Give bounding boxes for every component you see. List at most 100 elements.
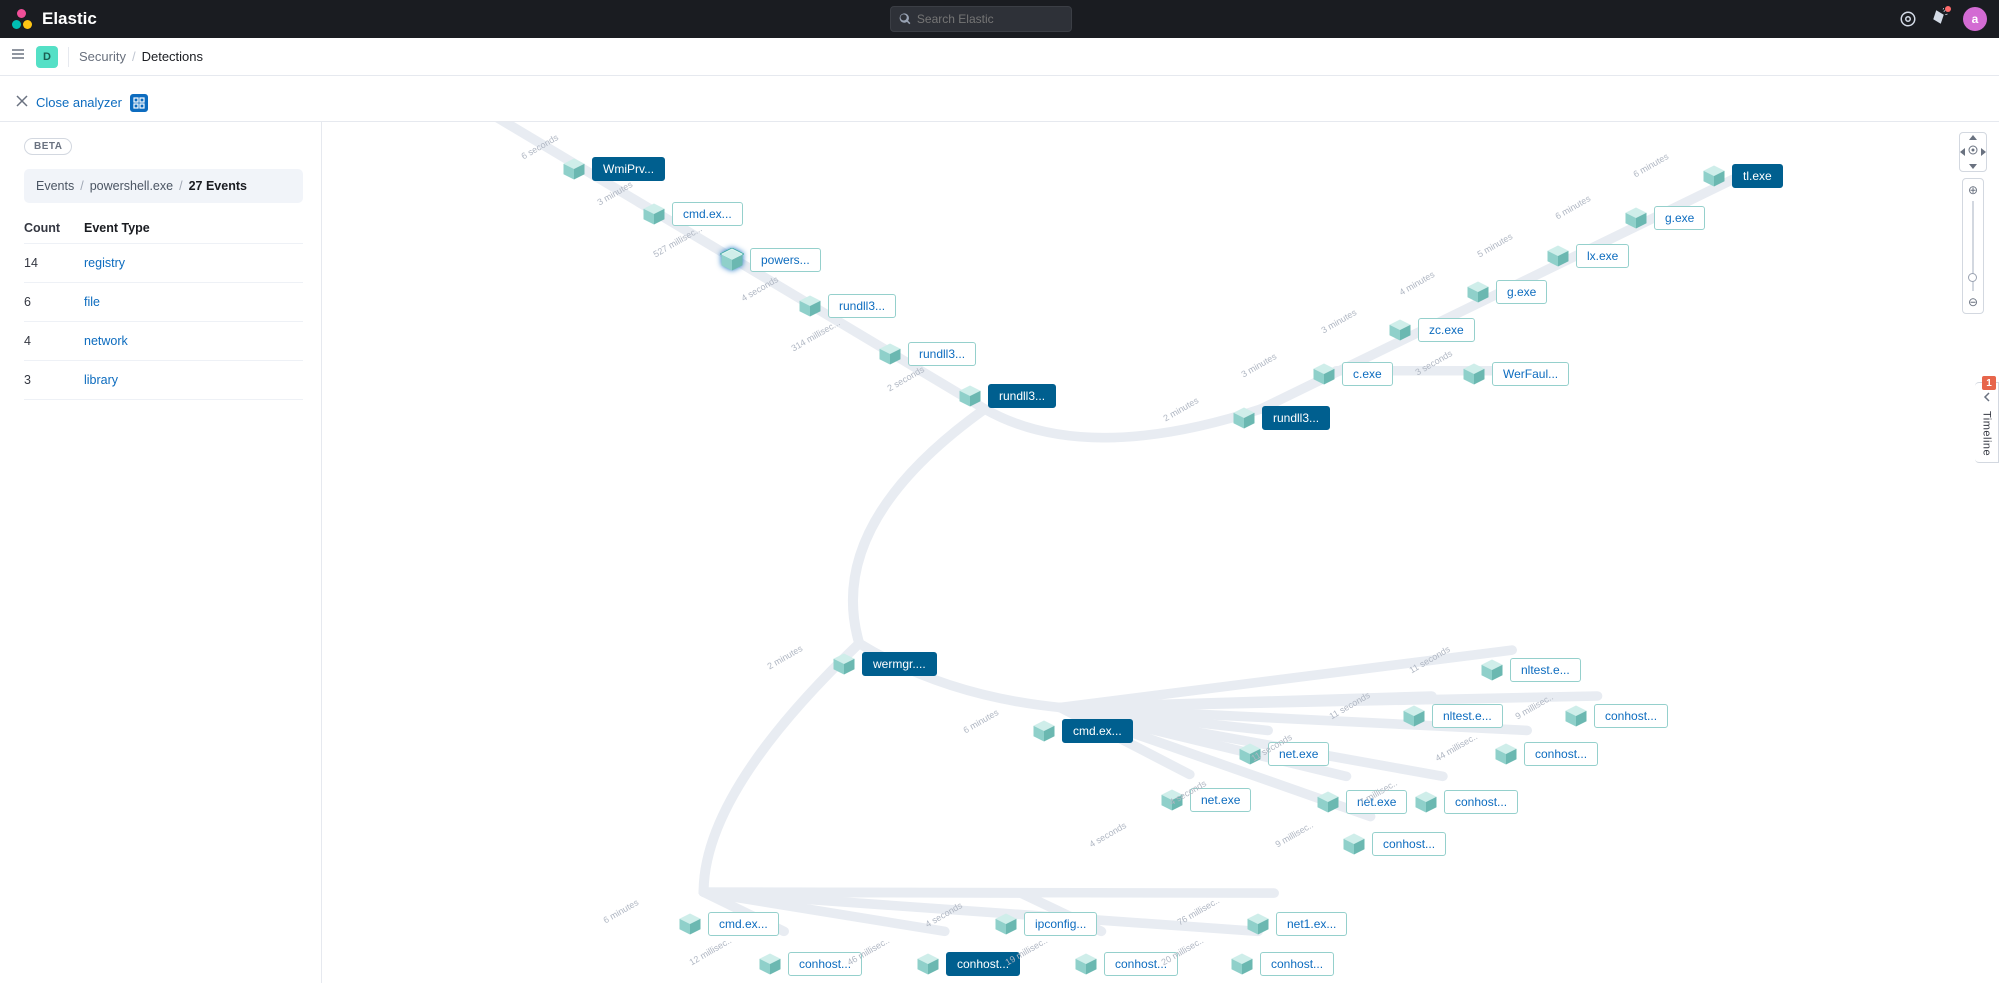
pan-left[interactable] (1960, 148, 1965, 156)
table-row: 14registry (24, 243, 303, 282)
process-node[interactable]: conhost... (916, 952, 1020, 976)
search-input[interactable] (917, 12, 1063, 26)
pan-up[interactable] (1969, 135, 1977, 140)
event-panel: BETA Events / powershell.exe / 27 Events… (0, 122, 322, 983)
cell-event-type[interactable]: file (84, 295, 303, 309)
process-label[interactable]: nltest.e... (1510, 658, 1581, 682)
table-row: 4network (24, 321, 303, 360)
cell-count: 3 (24, 373, 84, 387)
cell-event-type[interactable]: network (84, 334, 303, 348)
panel-crumb-current: 27 Events (189, 179, 247, 193)
process-node[interactable]: zc.exe (1388, 318, 1475, 342)
process-node[interactable]: conhost... (758, 952, 862, 976)
pan-down[interactable] (1969, 164, 1977, 169)
process-node[interactable]: cmd.ex... (642, 202, 743, 226)
zoom-out-button[interactable]: ⊖ (1968, 295, 1978, 309)
close-analyzer-link[interactable]: Close analyzer (36, 95, 122, 110)
cube-icon (758, 952, 782, 976)
zoom-slider[interactable]: ⊕ ⊖ (1962, 178, 1984, 314)
panel-crumb-events[interactable]: Events (36, 179, 74, 193)
cell-event-type[interactable]: library (84, 373, 303, 387)
global-search[interactable] (890, 6, 1072, 32)
cube-icon (1316, 790, 1340, 814)
process-node[interactable]: conhost... (1414, 790, 1518, 814)
process-node[interactable]: cmd.ex... (678, 912, 779, 936)
process-label[interactable]: WmiPrv... (592, 157, 665, 181)
cube-icon (798, 294, 822, 318)
process-node[interactable]: conhost... (1494, 742, 1598, 766)
process-label[interactable]: rundll3... (988, 384, 1056, 408)
process-node[interactable]: rundll3... (798, 294, 896, 318)
process-node[interactable]: net1.ex... (1246, 912, 1347, 936)
process-label[interactable]: nltest.e... (1432, 704, 1503, 728)
process-label[interactable]: cmd.ex... (672, 202, 743, 226)
process-node[interactable]: tl.exe (1702, 164, 1783, 188)
process-tree-canvas[interactable]: ⊕ ⊖ 1 Timeline WmiPrv... cmd.ex... powers.… (322, 122, 1999, 983)
zoom-in-button[interactable]: ⊕ (1968, 183, 1978, 197)
process-node[interactable]: wermgr.... (832, 652, 937, 676)
cube-icon (916, 952, 940, 976)
process-node[interactable]: nltest.e... (1480, 658, 1581, 682)
pan-control[interactable] (1959, 132, 1987, 172)
topbar: Elastic a (0, 0, 1999, 38)
process-node[interactable]: g.exe (1624, 206, 1705, 230)
process-label[interactable]: lx.exe (1576, 244, 1629, 268)
breadcrumb-security[interactable]: Security (79, 49, 126, 64)
process-label[interactable]: rundll3... (1262, 406, 1330, 430)
cube-icon (1312, 362, 1336, 386)
space-avatar[interactable]: D (36, 46, 58, 68)
cube-icon (958, 384, 982, 408)
process-label[interactable]: tl.exe (1732, 164, 1783, 188)
process-label[interactable]: conhost... (1444, 790, 1518, 814)
process-label[interactable]: conhost... (1594, 704, 1668, 728)
process-label[interactable]: zc.exe (1418, 318, 1475, 342)
user-avatar[interactable]: a (1963, 7, 1987, 31)
process-label[interactable]: g.exe (1496, 280, 1547, 304)
process-node[interactable]: rundll3... (1232, 406, 1330, 430)
process-label[interactable]: conhost... (1372, 832, 1446, 856)
process-node[interactable]: lx.exe (1546, 244, 1629, 268)
schema-toggle-button[interactable] (130, 94, 148, 112)
recenter-button[interactable] (1967, 143, 1979, 161)
pan-right[interactable] (1981, 148, 1986, 156)
process-node[interactable]: nltest.e... (1402, 704, 1503, 728)
cube-icon (878, 342, 902, 366)
process-label[interactable]: rundll3... (828, 294, 896, 318)
process-label[interactable]: cmd.ex... (708, 912, 779, 936)
panel-crumb-process[interactable]: powershell.exe (90, 179, 173, 193)
process-label[interactable]: WerFaul... (1492, 362, 1569, 386)
process-node[interactable]: g.exe (1466, 280, 1547, 304)
process-label[interactable]: conhost... (1524, 742, 1598, 766)
process-label[interactable]: wermgr.... (862, 652, 937, 676)
process-label[interactable]: powers... (750, 248, 821, 272)
close-icon[interactable] (16, 94, 28, 112)
process-label[interactable]: ipconfig... (1024, 912, 1097, 936)
beta-badge: BETA (24, 138, 72, 155)
timeline-flyout-tab[interactable]: 1 Timeline (1975, 382, 1999, 463)
cell-event-type[interactable]: registry (84, 256, 303, 270)
process-node[interactable]: rundll3... (878, 342, 976, 366)
brand-label: Elastic (42, 9, 97, 29)
process-node[interactable]: conhost... (1342, 832, 1446, 856)
newsfeed-button[interactable] (1931, 8, 1949, 31)
process-node[interactable]: WmiPrv... (562, 157, 665, 181)
process-node[interactable]: ipconfig... (994, 912, 1097, 936)
process-node[interactable]: cmd.ex... (1032, 719, 1133, 743)
cube-icon (1702, 164, 1726, 188)
process-node[interactable]: conhost... (1564, 704, 1668, 728)
process-label[interactable]: c.exe (1342, 362, 1393, 386)
process-node[interactable]: WerFaul... (1462, 362, 1569, 386)
nav-toggle-button[interactable] (10, 46, 26, 67)
process-node[interactable]: c.exe (1312, 362, 1393, 386)
breadcrumb-bar: D Security / Detections (0, 38, 1999, 76)
process-label[interactable]: cmd.ex... (1062, 719, 1133, 743)
process-label[interactable]: rundll3... (908, 342, 976, 366)
process-node[interactable]: conhost... (1230, 952, 1334, 976)
process-label[interactable]: net1.ex... (1276, 912, 1347, 936)
process-label[interactable]: conhost... (1260, 952, 1334, 976)
process-node[interactable]: powers... (720, 248, 821, 272)
process-node[interactable]: rundll3... (958, 384, 1056, 408)
help-icon[interactable] (1899, 10, 1917, 28)
zoom-thumb[interactable] (1968, 273, 1977, 282)
process-label[interactable]: g.exe (1654, 206, 1705, 230)
